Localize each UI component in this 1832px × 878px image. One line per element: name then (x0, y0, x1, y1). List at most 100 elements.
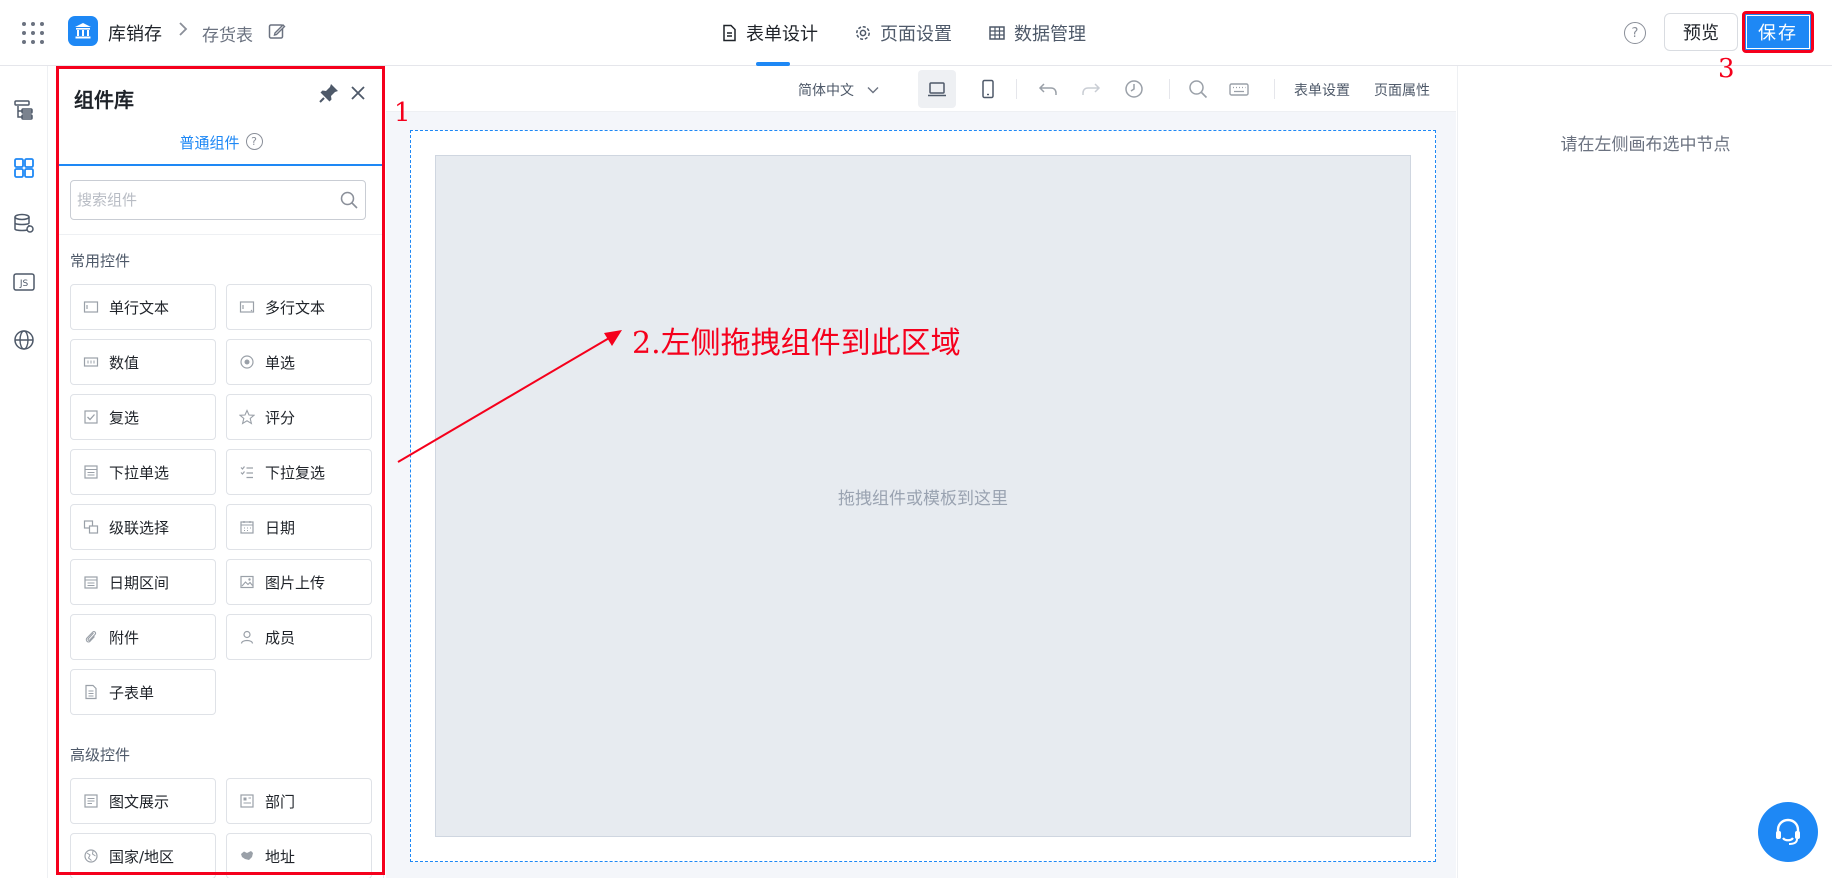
close-icon[interactable] (348, 83, 368, 103)
component-label: 附件 (109, 628, 140, 647)
table-icon (989, 26, 1005, 40)
component-label: 图片上传 (265, 573, 326, 592)
app-logo-icon (68, 16, 98, 46)
component-member[interactable]: 成员 (226, 614, 372, 660)
drop-hint: 拖拽组件或模板到这里 (838, 488, 1008, 509)
app-grid-icon[interactable] (22, 22, 44, 44)
component-subform[interactable]: 子表单 (70, 669, 216, 715)
tab-page-settings[interactable]: 页面设置 (854, 0, 952, 66)
component-attachment[interactable]: 附件 (70, 614, 216, 660)
component-cascade[interactable]: 级联选择 (70, 504, 216, 550)
search-box (70, 180, 366, 220)
undo-icon[interactable] (1037, 78, 1059, 100)
globe-icon[interactable] (12, 328, 36, 352)
save-button[interactable]: 保存 (1742, 11, 1814, 53)
app-root: 库销存 存货表 表单设计 页面设置 数据管理 ? 预览 保存 JS 组件库 普通… (0, 0, 1832, 878)
component-image-upload[interactable]: 图片上传 (226, 559, 372, 605)
component-multi-line-text[interactable]: 多行文本 (226, 284, 372, 330)
form-canvas[interactable]: 拖拽组件或模板到这里 (435, 155, 1411, 837)
help-icon[interactable]: ? (245, 133, 263, 150)
canvas-toolbar: 简体中文 表单设置 页面属性 (386, 66, 1456, 112)
pin-icon[interactable] (318, 82, 340, 104)
language-label: 简体中文 (798, 83, 854, 99)
mobile-icon[interactable] (977, 78, 999, 100)
single-line-icon (83, 301, 99, 313)
toolbar-separator (1169, 79, 1170, 99)
group-title-advanced: 高级控件 (70, 746, 131, 764)
component-label: 日期 (265, 518, 296, 537)
keyboard-icon[interactable] (1228, 78, 1250, 100)
date-range-icon (84, 576, 98, 589)
multi-dropdown-icon (240, 466, 253, 479)
chevron-down-icon (867, 87, 879, 94)
search-icon[interactable] (1187, 78, 1209, 100)
drop-zone[interactable]: 拖拽组件或模板到这里 (410, 130, 1436, 862)
components-icon[interactable] (12, 156, 36, 180)
component-label: 子表单 (109, 683, 155, 702)
component-label: 国家/地区 (109, 847, 175, 866)
history-icon[interactable] (1123, 78, 1145, 100)
component-number[interactable]: 数值 (70, 339, 216, 385)
component-single-line-text[interactable]: 单行文本 (70, 284, 216, 330)
annotation-arrow (397, 330, 622, 463)
component-label: 部门 (265, 792, 296, 811)
component-multi-dropdown[interactable]: 下拉复选 (226, 449, 372, 495)
map-icon (241, 851, 253, 860)
component-department[interactable]: 部门 (226, 778, 372, 824)
preview-button[interactable]: 预览 (1664, 13, 1738, 51)
search-icon[interactable] (339, 190, 359, 210)
component-checkbox[interactable]: 复选 (70, 394, 216, 440)
toolbar-separator (1274, 79, 1275, 99)
document-icon (723, 24, 736, 42)
component-country-region[interactable]: 国家/地区 (70, 833, 216, 878)
component-date[interactable]: 日期 (226, 504, 372, 550)
number-icon (83, 357, 99, 367)
image-icon (240, 575, 254, 589)
page-title: 存货表 (202, 26, 253, 46)
radio-icon (240, 355, 254, 369)
star-icon (239, 409, 255, 425)
tab-page-settings-label: 页面设置 (880, 24, 952, 45)
outline-icon[interactable] (12, 98, 36, 122)
js-icon[interactable]: JS (12, 270, 36, 294)
edit-icon[interactable] (268, 22, 286, 40)
user-icon (240, 630, 254, 644)
component-label: 多行文本 (265, 298, 326, 317)
component-date-range[interactable]: 日期区间 (70, 559, 216, 605)
component-address[interactable]: 地址 (226, 833, 372, 878)
datasource-icon[interactable] (12, 212, 36, 236)
rich-text-icon (84, 794, 98, 808)
properties-empty-hint: 请在左侧画布选中节点 (1560, 135, 1731, 155)
search-input[interactable] (77, 181, 327, 219)
annotation-step-3: 3 (1718, 54, 1735, 84)
component-label: 复选 (109, 408, 140, 427)
component-label: 图文展示 (109, 792, 170, 811)
tab-form-design[interactable]: 表单设计 (720, 0, 818, 66)
breadcrumb-separator (176, 20, 190, 43)
component-rich-text[interactable]: 图文展示 (70, 778, 216, 824)
panel-divider (58, 234, 383, 235)
component-label: 成员 (265, 628, 296, 647)
component-panel: 组件库 普通组件 ? 常用控件 单行文本 多行文本 数值 (58, 66, 384, 878)
redo-icon[interactable] (1080, 78, 1102, 100)
tab-common-components-label: 普通组件 (179, 134, 240, 152)
help-icon[interactable]: ? (1624, 22, 1646, 44)
page-properties-button[interactable]: 页面属性 (1374, 80, 1430, 100)
component-radio[interactable]: 单选 (226, 339, 372, 385)
app-name[interactable]: 库销存 (108, 20, 162, 46)
form-settings-button[interactable]: 表单设置 (1294, 80, 1350, 100)
desktop-icon[interactable] (926, 78, 948, 100)
dropdown-icon (84, 465, 98, 479)
tab-common-components[interactable]: 普通组件 ? (58, 132, 383, 166)
language-select[interactable]: 简体中文 (798, 80, 880, 100)
component-label: 地址 (265, 847, 296, 866)
component-grid-common: 单行文本 多行文本 数值 单选 复选 评分 下拉单选 下拉复选 级联选择 日期 … (70, 284, 372, 715)
component-dropdown[interactable]: 下拉单选 (70, 449, 216, 495)
top-bar: 库销存 存货表 表单设计 页面设置 数据管理 ? 预览 保存 (0, 0, 1832, 66)
customer-service-button[interactable] (1758, 802, 1818, 862)
component-rating[interactable]: 评分 (226, 394, 372, 440)
tab-data-management[interactable]: 数据管理 (988, 0, 1086, 66)
cascade-icon (83, 520, 99, 534)
main-tabs: 表单设计 页面设置 数据管理 (720, 0, 1086, 66)
multi-line-icon (239, 301, 255, 313)
